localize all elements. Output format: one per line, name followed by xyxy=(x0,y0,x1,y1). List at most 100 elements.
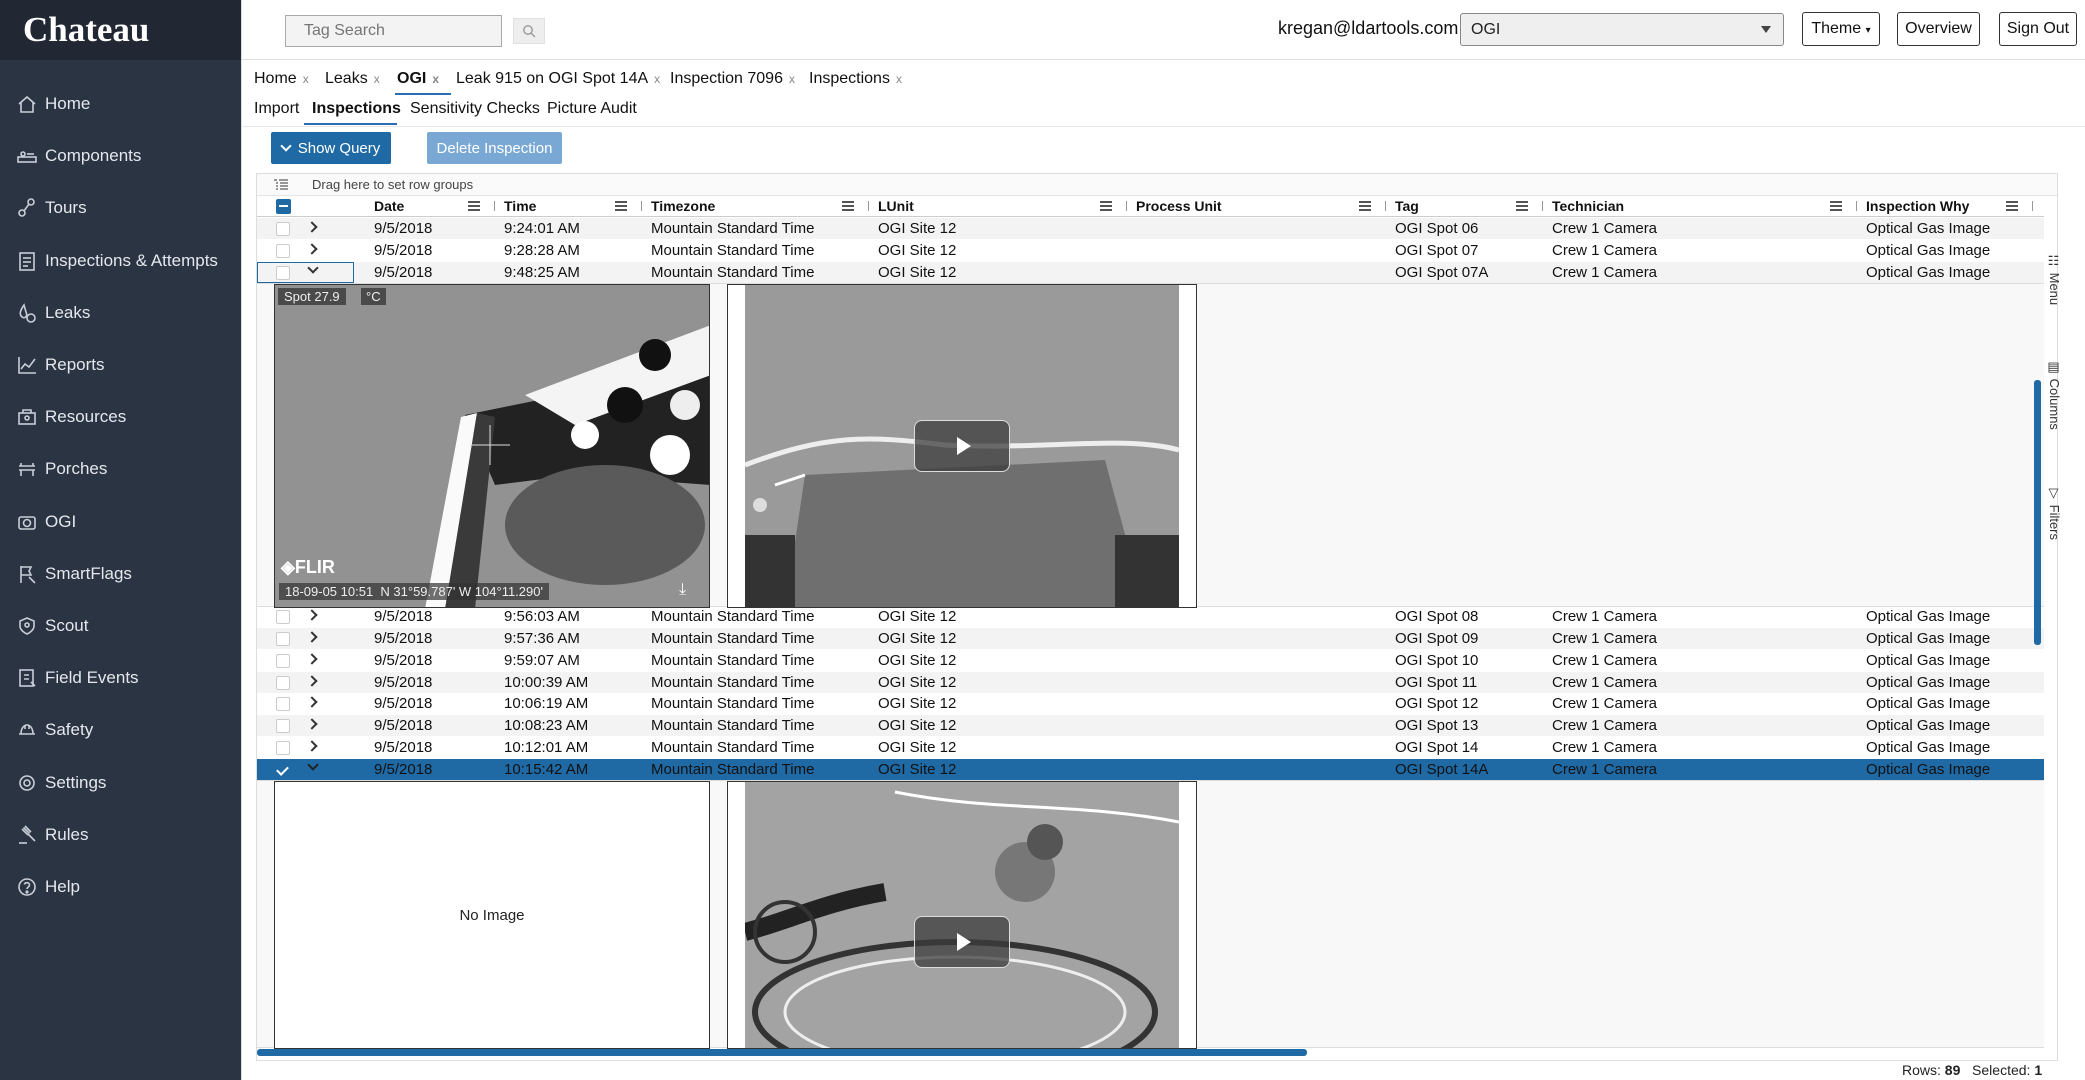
col-inspection-why-header[interactable]: Inspection Why xyxy=(1866,198,1969,214)
chevron-right-icon[interactable] xyxy=(306,653,318,665)
column-resize-handle[interactable] xyxy=(868,201,869,211)
table-row[interactable]: 9/5/2018 10:08:23 AM Mountain Standard Tim… xyxy=(257,715,2044,736)
context-select[interactable]: OGI xyxy=(1460,13,1784,46)
sidebar-item-tours[interactable]: Tours xyxy=(0,188,241,228)
col-timezone-header[interactable]: Timezone xyxy=(651,198,715,214)
chevron-right-icon[interactable] xyxy=(306,221,318,233)
sidebar-item-components[interactable]: Components xyxy=(0,136,241,176)
sidebar-item-reports[interactable]: Reports xyxy=(0,345,241,385)
row-checkbox[interactable] xyxy=(276,222,290,236)
row-checkbox[interactable] xyxy=(276,741,290,755)
chevron-right-icon[interactable] xyxy=(306,675,318,687)
row-checkbox[interactable] xyxy=(276,697,290,711)
tab-leak-915[interactable]: Leak 915 on OGI Spot 14A x xyxy=(456,70,660,88)
column-menu-icon[interactable] xyxy=(468,201,480,211)
columns-tool[interactable]: ▤ Columns xyxy=(2047,360,2062,430)
delete-inspection-button[interactable]: Delete Inspection xyxy=(427,132,562,164)
sidebar-item-home[interactable]: Home xyxy=(0,84,241,124)
tab-inspection-7096[interactable]: Inspection 7096 x xyxy=(670,70,795,88)
play-button[interactable] xyxy=(914,916,1010,968)
sidebar-item-ogi[interactable]: OGI xyxy=(0,502,241,542)
table-row[interactable]: 9/5/2018 9:56:03 AM Mountain Standard Time… xyxy=(257,606,2044,627)
table-row[interactable]: 9/5/2018 9:48:25 AM Mountain Standard Time… xyxy=(257,262,2044,283)
col-time-header[interactable]: Time xyxy=(504,198,536,214)
col-lunit-header[interactable]: LUnit xyxy=(878,198,914,214)
column-resize-handle[interactable] xyxy=(1542,201,1543,211)
row-checkbox[interactable] xyxy=(276,763,290,777)
table-row[interactable]: 9/5/2018 10:06:19 AM Mountain Standard Tim… xyxy=(257,693,2044,714)
tab-inspections[interactable]: Inspections x xyxy=(809,70,902,88)
sidebar-item-rules[interactable]: Rules xyxy=(0,815,241,855)
tab-ogi[interactable]: OGI x xyxy=(397,70,439,88)
column-resize-handle[interactable] xyxy=(1856,201,1857,211)
row-checkbox[interactable] xyxy=(276,632,290,646)
sidebar-item-help[interactable]: Help xyxy=(0,867,241,907)
table-row[interactable]: 9/5/2018 9:59:07 AM Mountain Standard Time… xyxy=(257,650,2044,671)
row-group-panel[interactable]: Drag here to set row groups xyxy=(257,174,2057,196)
show-query-button[interactable]: Show Query xyxy=(271,132,391,164)
column-resize-handle[interactable] xyxy=(1385,201,1386,211)
row-checkbox[interactable] xyxy=(276,654,290,668)
chevron-right-icon[interactable] xyxy=(306,696,318,708)
tab-home[interactable]: Home x xyxy=(254,70,309,88)
vertical-scrollbar[interactable] xyxy=(2034,380,2041,645)
table-row[interactable]: 9/5/2018 10:15:42 AM Mountain Standard Tim… xyxy=(257,759,2044,780)
tab-leaks[interactable]: Leaks x xyxy=(325,70,380,88)
column-menu-icon[interactable] xyxy=(1516,201,1528,211)
search-button[interactable] xyxy=(513,18,545,44)
sidebar-item-resources[interactable]: Resources xyxy=(0,397,241,437)
column-menu-icon[interactable] xyxy=(1830,201,1842,211)
close-icon[interactable]: x xyxy=(789,72,795,86)
close-icon[interactable]: x xyxy=(896,72,902,86)
overview-button[interactable]: Overview xyxy=(1897,12,1980,46)
subtab-sensitivity-checks[interactable]: Sensitivity Checks xyxy=(410,100,540,118)
col-tag-header[interactable]: Tag xyxy=(1395,198,1419,214)
column-menu-icon[interactable] xyxy=(1359,201,1371,211)
table-row[interactable]: 9/5/2018 9:24:01 AM Mountain Standard Time… xyxy=(257,218,2044,239)
row-checkbox[interactable] xyxy=(276,244,290,258)
close-icon[interactable]: x xyxy=(432,72,439,86)
sidebar-item-settings[interactable]: Settings xyxy=(0,763,241,803)
tag-search-input[interactable] xyxy=(285,15,502,47)
column-menu-icon[interactable] xyxy=(2006,201,2018,211)
column-resize-handle[interactable] xyxy=(1126,201,1127,211)
sidebar-item-leaks[interactable]: Leaks xyxy=(0,293,241,333)
sign-out-button[interactable]: Sign Out xyxy=(1999,12,2077,46)
row-checkbox[interactable] xyxy=(276,676,290,690)
chevron-down-icon[interactable] xyxy=(307,759,319,771)
column-resize-handle[interactable] xyxy=(641,201,642,211)
col-technician-header[interactable]: Technician xyxy=(1552,198,1624,214)
row-checkbox[interactable] xyxy=(276,719,290,733)
play-button[interactable] xyxy=(914,420,1010,472)
chevron-right-icon[interactable] xyxy=(306,609,318,621)
table-row[interactable]: 9/5/2018 9:57:36 AM Mountain Standard Time… xyxy=(257,628,2044,649)
subtab-picture-audit[interactable]: Picture Audit xyxy=(547,100,637,118)
chevron-right-icon[interactable] xyxy=(306,740,318,752)
column-resize-handle[interactable] xyxy=(494,201,495,211)
download-icon[interactable]: ⤓ xyxy=(679,581,686,599)
sidebar-item-safety[interactable]: Safety xyxy=(0,710,241,750)
filters-tool[interactable]: ▽ Filters xyxy=(2047,486,2062,540)
menu-tool[interactable]: ☷ Menu xyxy=(2047,254,2062,305)
chevron-right-icon[interactable] xyxy=(306,243,318,255)
horizontal-scrollbar[interactable] xyxy=(257,1049,1307,1056)
table-row[interactable]: 9/5/2018 10:00:39 AM Mountain Standard Tim… xyxy=(257,672,2044,693)
column-menu-icon[interactable] xyxy=(615,201,627,211)
sidebar-item-field-events[interactable]: Field Events xyxy=(0,658,241,698)
chevron-right-icon[interactable] xyxy=(306,631,318,643)
sidebar-item-scout[interactable]: Scout xyxy=(0,606,241,646)
col-date-header[interactable]: Date xyxy=(374,198,404,214)
column-menu-icon[interactable] xyxy=(842,201,854,211)
row-checkbox[interactable] xyxy=(276,610,290,624)
chevron-right-icon[interactable] xyxy=(306,718,318,730)
subtab-import[interactable]: Import xyxy=(254,100,299,118)
table-row[interactable]: 9/5/2018 9:28:28 AM Mountain Standard Time… xyxy=(257,240,2044,261)
sidebar-item-porches[interactable]: Porches xyxy=(0,449,241,489)
close-icon[interactable]: x xyxy=(303,72,309,86)
column-menu-icon[interactable] xyxy=(1100,201,1112,211)
brand-logo[interactable]: Chateau xyxy=(0,0,241,60)
close-icon[interactable]: x xyxy=(654,72,660,86)
table-row[interactable]: 9/5/2018 10:12:01 AM Mountain Standard Tim… xyxy=(257,737,2044,758)
column-resize-handle[interactable] xyxy=(2032,201,2033,211)
close-icon[interactable]: x xyxy=(374,72,380,86)
